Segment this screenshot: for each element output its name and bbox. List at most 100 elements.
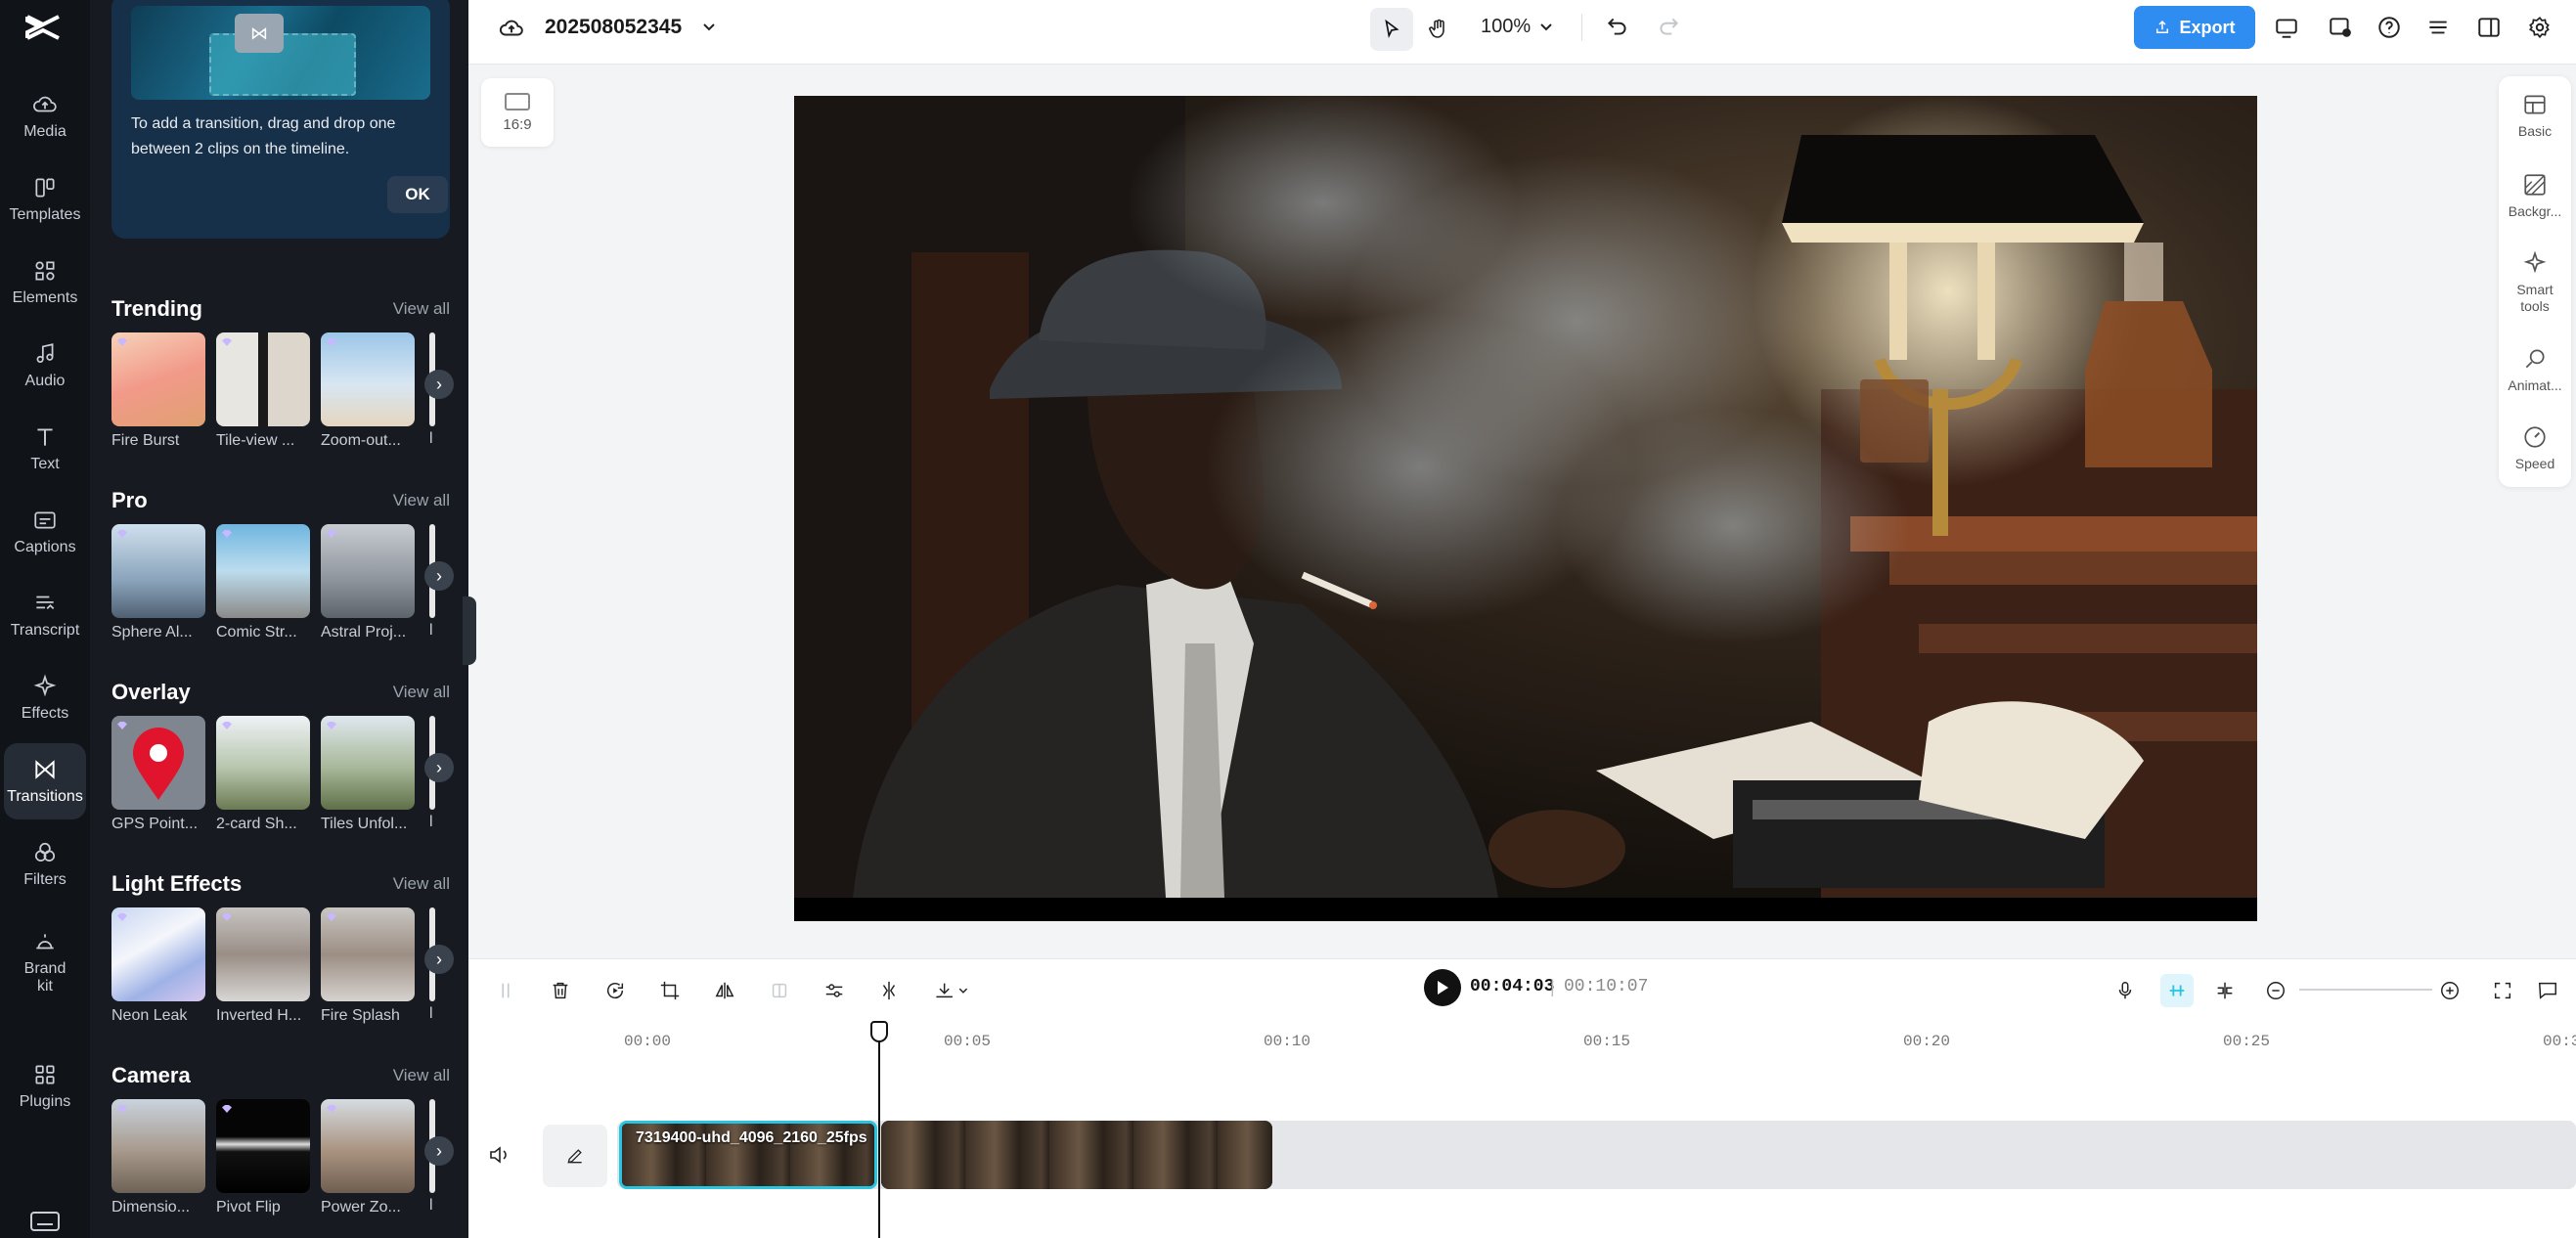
view-all-link[interactable]: View all xyxy=(393,491,450,510)
transition-card[interactable]: Tile-view ... xyxy=(216,332,310,450)
rail-plugins[interactable]: Plugins xyxy=(0,1048,90,1125)
chevron-right-icon[interactable]: › xyxy=(424,561,454,591)
chevron-down-icon[interactable] xyxy=(701,22,717,33)
video-clip-selected[interactable]: 7319400-uhd_4096_2160_25fps xyxy=(619,1121,877,1189)
microphone-icon[interactable] xyxy=(2111,977,2139,1004)
brand-kit-icon xyxy=(36,934,54,950)
flip-icon[interactable] xyxy=(711,977,738,1004)
split-icon[interactable] xyxy=(492,977,519,1004)
view-all-link[interactable]: View all xyxy=(393,874,450,894)
transition-tip-card: ⋈ To add a transition, drag and drop one… xyxy=(111,0,450,239)
playhead-handle[interactable] xyxy=(870,1021,888,1042)
help-icon[interactable] xyxy=(2376,14,2403,41)
settings-icon[interactable] xyxy=(2526,14,2554,41)
magnet-snap-icon[interactable] xyxy=(2160,974,2194,1007)
transition-card[interactable]: Power Zo... xyxy=(321,1099,415,1216)
panel-collapse-handle[interactable] xyxy=(463,597,476,665)
rail-effects[interactable]: Effects xyxy=(0,660,90,736)
zoom-slider[interactable] xyxy=(2299,989,2432,991)
export-button[interactable]: Export xyxy=(2134,6,2255,49)
layers-icon[interactable] xyxy=(2424,14,2452,41)
chevron-right-icon[interactable]: › xyxy=(424,753,454,782)
undo-icon[interactable] xyxy=(1605,14,1630,39)
capcut-logo[interactable] xyxy=(20,6,67,49)
transition-card[interactable]: Tiles Unfol... xyxy=(321,716,415,833)
transitions-panel: ⋈ To add a transition, drag and drop one… xyxy=(90,0,468,1238)
fullscreen-icon[interactable] xyxy=(2489,977,2516,1004)
view-all-link[interactable]: View all xyxy=(393,683,450,702)
view-all-link[interactable]: View all xyxy=(393,1066,450,1085)
rail-animation[interactable]: Animat... xyxy=(2499,346,2571,394)
cloud-save-icon[interactable] xyxy=(498,16,525,41)
transition-card[interactable]: Sphere Al... xyxy=(111,524,205,641)
plugins-icon xyxy=(35,1065,55,1084)
rail-smart-tools[interactable]: Smart tools xyxy=(2499,250,2571,315)
rail-transcript[interactable]: Transcript xyxy=(0,577,90,653)
cover-edit-button[interactable] xyxy=(543,1125,607,1187)
rail-background[interactable]: Backgr... xyxy=(2499,172,2571,220)
transition-card[interactable]: Astral Proj... xyxy=(321,524,415,641)
transition-card[interactable]: Comic Str... xyxy=(216,524,310,641)
rail-transitions[interactable]: Transitions xyxy=(4,743,86,819)
zoom-out-icon[interactable] xyxy=(2262,977,2289,1004)
rail-captions[interactable]: Captions xyxy=(0,494,90,570)
timeline-ruler[interactable]: 00:00 00:05 00:10 00:15 00:20 00:25 00:3 xyxy=(468,1021,2576,1060)
project-title[interactable]: 202508052345 xyxy=(545,16,682,39)
link-split-icon[interactable] xyxy=(2211,977,2239,1004)
rail-templates[interactable]: Templates xyxy=(0,161,90,238)
hand-icon xyxy=(1429,19,1444,38)
crop-icon[interactable] xyxy=(656,977,684,1004)
rail-filters[interactable]: Filters xyxy=(0,826,90,903)
replay-icon[interactable] xyxy=(601,977,629,1004)
transition-card[interactable]: Inverted H... xyxy=(216,907,310,1025)
transition-card[interactable]: Neon Leak xyxy=(111,907,205,1025)
speaker-icon[interactable] xyxy=(488,1144,511,1166)
view-all-link[interactable]: View all xyxy=(393,299,450,319)
redo-icon[interactable] xyxy=(1656,14,1681,39)
transition-card[interactable]: Fire Splash xyxy=(321,907,415,1025)
aspect-ratio-button[interactable]: 16:9 xyxy=(481,78,554,147)
rail-speed[interactable]: Speed xyxy=(2499,424,2571,472)
tip-illustration: ⋈ xyxy=(131,6,430,100)
video-preview[interactable] xyxy=(794,96,2257,921)
layout-panel-icon[interactable] xyxy=(2475,14,2503,41)
rail-brand-kit[interactable]: Brand kit xyxy=(0,915,90,1009)
present-icon[interactable] xyxy=(2273,14,2300,41)
review-icon[interactable] xyxy=(2327,14,2354,41)
adjust-icon[interactable] xyxy=(821,977,848,1004)
transition-card[interactable]: GPS Point... xyxy=(111,716,205,833)
select-tool-button[interactable] xyxy=(1370,8,1413,51)
playhead[interactable] xyxy=(878,1021,880,1238)
scene-illustration xyxy=(794,96,2257,898)
feedback-icon[interactable] xyxy=(2534,977,2561,1004)
transition-card[interactable]: Fire Burst xyxy=(111,332,205,450)
play-button[interactable] xyxy=(1424,969,1461,1006)
rail-brand-kit-label: Brand kit xyxy=(23,960,67,995)
keyboard-icon[interactable] xyxy=(29,1211,61,1232)
rail-captions-label: Captions xyxy=(14,539,76,555)
rail-media[interactable]: Media xyxy=(0,78,90,155)
filters-icon xyxy=(34,842,56,862)
video-clip[interactable] xyxy=(881,1121,1272,1189)
rail-text[interactable]: Text xyxy=(0,411,90,487)
rail-audio[interactable]: Audio xyxy=(0,328,90,404)
transition-card[interactable]: Dimensio... xyxy=(111,1099,205,1216)
chevron-right-icon[interactable]: › xyxy=(424,1136,454,1166)
zoom-level[interactable]: 100% xyxy=(1481,16,1531,38)
rail-basic[interactable]: Basic xyxy=(2499,92,2571,140)
zoom-in-icon[interactable] xyxy=(2436,977,2464,1004)
trim-icon[interactable] xyxy=(875,977,903,1004)
tip-text: To add a transition, drag and drop one b… xyxy=(131,115,396,157)
chevron-right-icon[interactable]: › xyxy=(424,945,454,974)
download-icon[interactable] xyxy=(930,977,973,1004)
tip-ok-button[interactable]: OK xyxy=(387,176,448,213)
transition-card[interactable]: Pivot Flip xyxy=(216,1099,310,1216)
hand-tool-button[interactable] xyxy=(1417,8,1460,51)
chevron-right-icon[interactable]: › xyxy=(424,370,454,399)
freeze-icon[interactable] xyxy=(766,977,793,1004)
chevron-down-icon[interactable] xyxy=(1538,22,1554,33)
transition-card[interactable]: 2-card Sh... xyxy=(216,716,310,833)
transition-card[interactable]: Zoom-out... xyxy=(321,332,415,450)
delete-icon[interactable] xyxy=(547,977,574,1004)
rail-elements[interactable]: Elements xyxy=(0,244,90,321)
